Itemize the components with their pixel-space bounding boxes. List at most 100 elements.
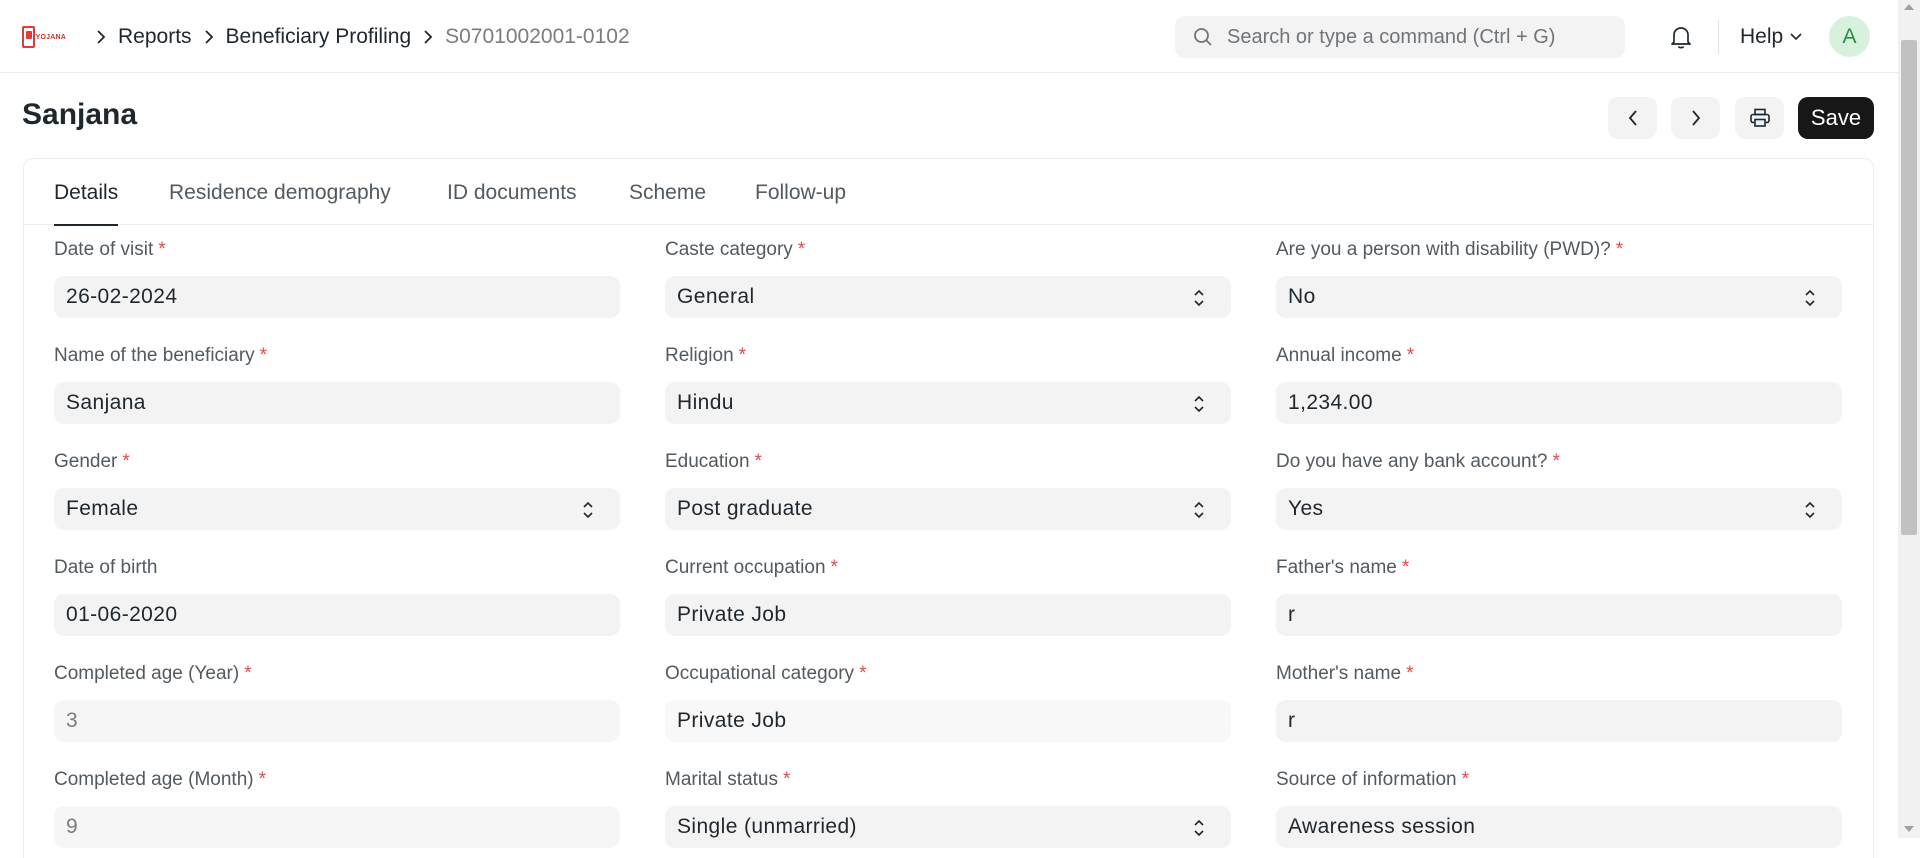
field-label: Annual income: [1276, 345, 1402, 366]
current-occupation-input[interactable]: Private Job: [665, 594, 1231, 636]
required-marker: *: [859, 663, 867, 684]
field-beneficiary-name: Name of the beneficiary * Sanjana: [54, 345, 620, 424]
tab-scheme[interactable]: Scheme: [629, 181, 706, 225]
required-marker: *: [738, 345, 747, 366]
select-caret-icon: [1805, 289, 1815, 307]
field-label: Mother's name: [1276, 663, 1402, 684]
date-of-birth-input[interactable]: 01-06-2020: [54, 594, 620, 636]
scroll-down-icon[interactable]: [1904, 826, 1914, 832]
field-completed-age-month: Completed age (Month) * 9: [54, 769, 620, 848]
field-education: Education * Post graduate: [665, 451, 1231, 530]
printer-icon: [1749, 108, 1770, 127]
field-label: Are you a person with disability (PWD)?: [1276, 239, 1611, 260]
field-label: Education: [665, 451, 750, 472]
completed-age-month-input: 9: [54, 806, 620, 848]
print-button[interactable]: [1735, 97, 1784, 139]
chevron-left-icon: [1628, 110, 1637, 126]
field-caste-category: Caste category * General: [665, 239, 1231, 318]
field-label: Completed age (Month): [54, 769, 254, 790]
required-marker: *: [1461, 769, 1469, 790]
field-label: Completed age (Year): [54, 663, 240, 684]
field-label: Do you have any bank account?: [1276, 451, 1548, 472]
required-marker: *: [782, 769, 791, 790]
required-marker: *: [1406, 345, 1415, 366]
previous-record-button[interactable]: [1608, 97, 1657, 139]
app-logo[interactable]: YOJANA: [22, 24, 66, 50]
caste-category-select[interactable]: General: [665, 276, 1231, 318]
search-input[interactable]: Search or type a command (Ctrl + G): [1175, 16, 1625, 58]
select-caret-icon: [1194, 501, 1204, 519]
breadcrumb-beneficiary-profiling[interactable]: Beneficiary Profiling: [226, 25, 412, 49]
select-value: Post graduate: [677, 497, 813, 520]
gender-select[interactable]: Female: [54, 488, 620, 530]
tab-follow-up[interactable]: Follow-up: [755, 181, 846, 225]
field-source-of-information: Source of information * Awareness session: [1276, 769, 1842, 848]
chevron-right-icon: [96, 30, 106, 44]
date-of-visit-input[interactable]: 26-02-2024: [54, 276, 620, 318]
tab-residence-demography[interactable]: Residence demography: [169, 181, 391, 225]
search-icon: [1194, 28, 1212, 46]
navbar-divider: [1718, 20, 1719, 54]
breadcrumb: Reports Beneficiary Profiling S070100200…: [84, 22, 630, 52]
required-marker: *: [797, 239, 806, 260]
required-marker: *: [158, 239, 166, 260]
breadcrumb-current-record[interactable]: S0701002001-0102: [445, 25, 630, 49]
mother-name-input[interactable]: r: [1276, 700, 1842, 742]
required-marker: *: [754, 451, 762, 472]
select-caret-icon: [583, 501, 593, 519]
field-completed-age-year: Completed age (Year) * 3: [54, 663, 620, 742]
next-record-button[interactable]: [1671, 97, 1720, 139]
field-label: Source of information: [1276, 769, 1457, 790]
father-name-input[interactable]: r: [1276, 594, 1842, 636]
annual-income-input[interactable]: 1,234.00: [1276, 382, 1842, 424]
form-tabs: Details Residence demography ID document…: [24, 159, 1873, 226]
form-card: Details Residence demography ID document…: [23, 158, 1874, 858]
field-label: Caste category: [665, 239, 793, 260]
required-marker: *: [259, 345, 268, 366]
chevron-down-icon: [1790, 33, 1802, 41]
required-marker: *: [1615, 239, 1624, 260]
chevron-right-icon: [1691, 110, 1700, 126]
bank-account-select[interactable]: Yes: [1276, 488, 1842, 530]
search-placeholder: Search or type a command (Ctrl + G): [1227, 25, 1556, 48]
help-label: Help: [1740, 25, 1784, 48]
tab-details[interactable]: Details: [54, 181, 119, 226]
field-current-occupation: Current occupation * Private Job: [665, 557, 1231, 636]
scroll-up-icon[interactable]: [1904, 4, 1914, 10]
avatar[interactable]: A: [1829, 16, 1870, 57]
scrollbar-thumb[interactable]: [1901, 40, 1917, 535]
field-label: Religion: [665, 345, 734, 366]
field-date-of-birth: Date of birth 01-06-2020: [54, 557, 620, 636]
page-scrollbar[interactable]: [1898, 0, 1920, 838]
select-value: Single (unmarried): [677, 815, 857, 838]
field-father-name: Father's name * r: [1276, 557, 1842, 636]
field-label: Date of visit: [54, 239, 154, 260]
select-caret-icon: [1805, 501, 1815, 519]
marital-status-select[interactable]: Single (unmarried): [665, 806, 1231, 848]
chevron-right-icon: [204, 30, 214, 44]
field-gender: Gender * Female: [54, 451, 620, 530]
religion-select[interactable]: Hindu: [665, 382, 1231, 424]
field-date-of-visit: Date of visit * 26-02-2024: [54, 239, 620, 318]
pwd-select[interactable]: No: [1276, 276, 1842, 318]
education-select[interactable]: Post graduate: [665, 488, 1231, 530]
navbar: YOJANA Reports Beneficiary Profiling S07…: [0, 0, 1898, 73]
required-marker: *: [1401, 557, 1410, 578]
breadcrumb-reports[interactable]: Reports: [118, 25, 192, 49]
field-marital-status: Marital status * Single (unmarried): [665, 769, 1231, 848]
field-label: Marital status: [665, 769, 778, 790]
source-of-information-input[interactable]: Awareness session: [1276, 806, 1842, 848]
field-religion: Religion * Hindu: [665, 345, 1231, 424]
field-occupational-category: Occupational category * Private Job: [665, 663, 1231, 742]
select-value: General: [677, 285, 755, 308]
notification-bell-icon[interactable]: [1668, 24, 1694, 50]
required-marker: *: [1406, 663, 1414, 684]
select-value: Hindu: [677, 391, 734, 414]
select-caret-icon: [1194, 395, 1204, 413]
beneficiary-name-input[interactable]: Sanjana: [54, 382, 620, 424]
select-caret-icon: [1194, 819, 1204, 837]
select-value: No: [1288, 285, 1316, 308]
save-button[interactable]: Save: [1798, 97, 1874, 139]
tab-id-documents[interactable]: ID documents: [447, 181, 577, 225]
help-dropdown[interactable]: Help: [1740, 24, 1803, 50]
